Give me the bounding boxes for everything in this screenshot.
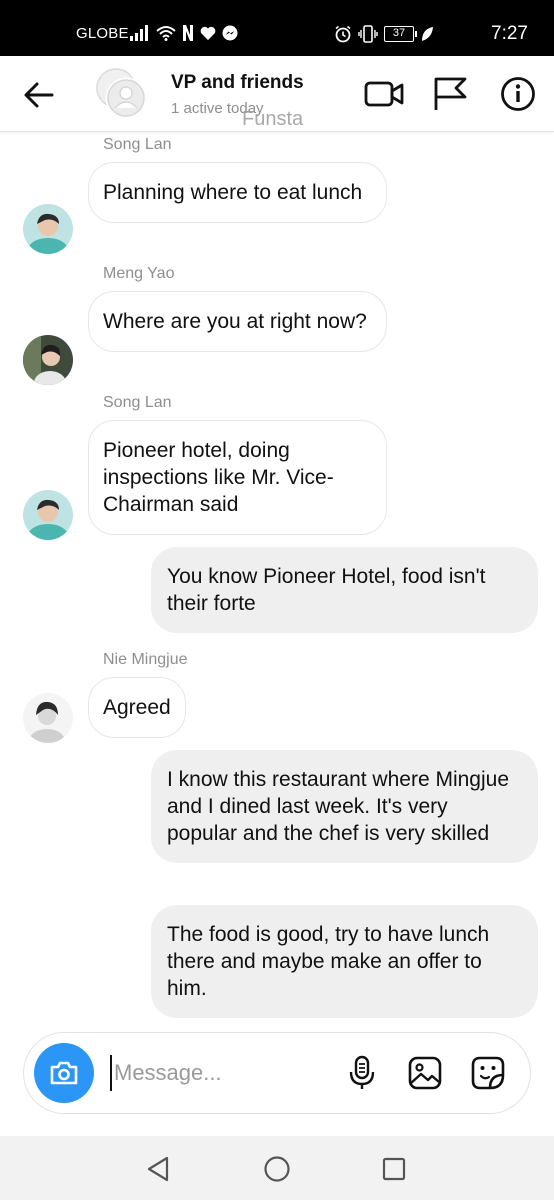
avatar[interactable] (23, 204, 73, 254)
message-composer (23, 1032, 531, 1114)
flag-button[interactable] (430, 74, 470, 114)
wifi-icon (156, 26, 176, 41)
conversation-header: VP and friends 1 active today Funsta (0, 56, 554, 132)
video-call-button[interactable] (364, 74, 404, 114)
status-right-icons: 37 (334, 22, 434, 46)
message-bubble-incoming[interactable]: Planning where to eat lunch (88, 162, 387, 223)
microphone-icon (349, 1055, 375, 1089)
message-bubble-outgoing[interactable]: I know this restaurant where Mingjue and… (151, 750, 538, 863)
vibrate-icon (358, 25, 378, 43)
info-icon (501, 77, 535, 111)
message-bubble-outgoing[interactable]: You know Pioneer Hotel, food isn't their… (151, 547, 538, 633)
signal-icon (130, 25, 148, 41)
conversation-title[interactable]: VP and friends (171, 72, 304, 94)
default-avatar-icon (96, 68, 147, 119)
message-bubble-incoming[interactable]: Where are you at right now? (88, 291, 387, 352)
gallery-button[interactable] (405, 1053, 445, 1093)
nav-recents-button[interactable] (377, 1152, 411, 1186)
message-bubble-incoming[interactable]: Agreed (88, 677, 186, 738)
nav-home-icon (264, 1156, 290, 1182)
sticker-button[interactable] (468, 1053, 508, 1093)
gallery-icon (408, 1056, 442, 1090)
avatar[interactable] (23, 335, 73, 385)
leaf-icon (422, 27, 433, 41)
user-avatar-song-lan (23, 490, 73, 540)
sender-name: Nie Mingjue (103, 651, 188, 668)
sender-name: Song Lan (103, 394, 172, 411)
status-bar: GLOBE 37 7:27 (0, 0, 554, 56)
user-avatar-meng-yao (23, 335, 73, 385)
back-arrow-icon (24, 82, 54, 108)
user-avatar-nie-mingjue (23, 693, 73, 743)
avatar[interactable] (23, 693, 73, 743)
sticker-icon (471, 1056, 505, 1090)
flag-icon (434, 77, 467, 110)
group-avatar[interactable] (94, 66, 150, 122)
back-button[interactable] (22, 78, 56, 112)
message-thread[interactable]: Song Lan Planning where to eat lunch Men… (0, 132, 554, 1030)
status-left-icons (130, 22, 238, 44)
message-bubble-incoming[interactable]: Pioneer hotel, doing inspections like Mr… (88, 420, 387, 535)
alarm-icon (335, 25, 351, 43)
nav-back-button[interactable] (141, 1152, 175, 1186)
nav-recents-icon (382, 1157, 406, 1181)
info-button[interactable] (498, 74, 538, 114)
message-input[interactable] (110, 1055, 330, 1091)
netflix-icon (183, 25, 193, 41)
message-bubble-outgoing[interactable]: The food is good, try to have lunch ther… (151, 905, 538, 1018)
video-call-icon (364, 81, 404, 107)
system-nav-bar (0, 1136, 554, 1200)
camera-button[interactable] (34, 1043, 94, 1103)
nav-back-icon (147, 1156, 169, 1182)
voice-message-button[interactable] (342, 1053, 382, 1093)
clock-time: 7:27 (491, 23, 528, 44)
camera-icon (50, 1061, 78, 1085)
battery-icon: 37 (384, 26, 417, 42)
carrier-label: GLOBE (76, 25, 129, 42)
avatar[interactable] (23, 490, 73, 540)
user-avatar-song-lan (23, 204, 73, 254)
messenger-icon (222, 25, 238, 41)
heart-icon (200, 26, 216, 40)
sender-name: Meng Yao (103, 265, 175, 282)
sender-name: Song Lan (103, 136, 172, 153)
watermark: Funsta (242, 108, 304, 130)
nav-home-button[interactable] (260, 1152, 294, 1186)
